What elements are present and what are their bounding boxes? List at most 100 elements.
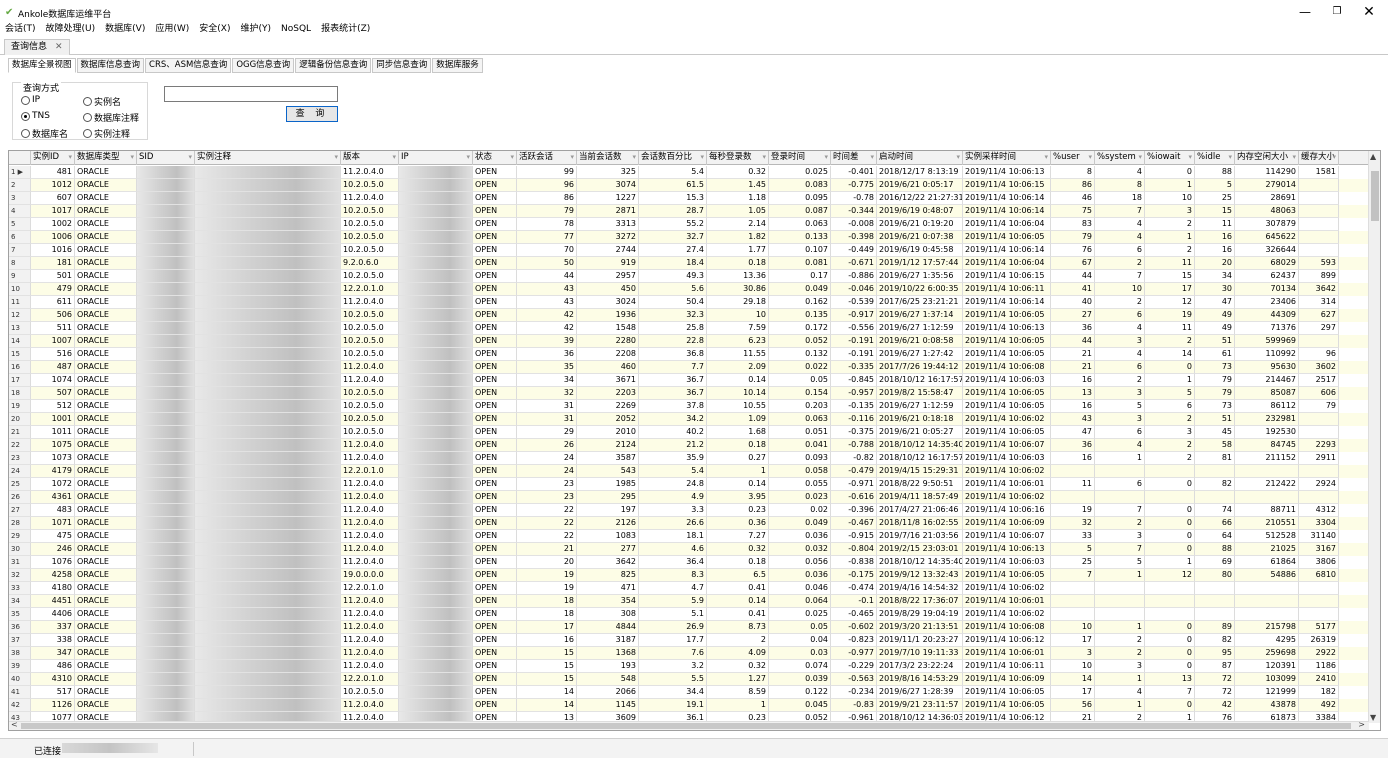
table-row[interactable]: 24 4179 ORACLE 12.2.0.1.0 OPEN 24 543 5.4 1 0.058… [9,465,1369,478]
table-row[interactable]: 37 338 ORACLE 11.2.0.4.0 OPEN 16 3187 17.7 2 0.04… [9,634,1369,647]
scroll-down-icon[interactable]: ▼ [1370,713,1376,722]
close-window-button[interactable]: ✕ [1354,3,1384,21]
menu-fault[interactable]: 故障处理(U) [41,22,101,38]
table-row[interactable]: 5 1002 ORACLE 10.2.0.5.0 OPEN 78 3313 55.2 2.14 0… [9,218,1369,231]
table-row[interactable]: 36 337 ORACLE 11.2.0.4.0 OPEN 17 4844 26.9 8.73 0… [9,621,1369,634]
tab-ogg[interactable]: OGG信息查询 [232,58,295,73]
table-row[interactable]: 1 ▶ 481 ORACLE 11.2.0.4.0 OPEN 99 325 5.4 0.32 0.… [9,166,1369,179]
tab-crs-asm[interactable]: CRS、ASM信息查询 [145,58,232,73]
horizontal-scroll-thumb[interactable] [21,723,1351,729]
table-row[interactable]: 32 4258 ORACLE 19.0.0.0.0 OPEN 19 825 8.3 6.5 0.0… [9,569,1369,582]
menu-security[interactable]: 安全(X) [194,22,235,38]
table-row[interactable]: 22 1075 ORACLE 11.2.0.4.0 OPEN 26 2124 21.2 0.18… [9,439,1369,452]
column-header[interactable]: IP [399,151,473,165]
table-row[interactable]: 34 4451 ORACLE 11.2.0.4.0 OPEN 18 354 5.9 0.14 0.… [9,595,1369,608]
table-row[interactable]: 13 511 ORACLE 10.2.0.5.0 OPEN 42 1548 25.8 7.59 0… [9,322,1369,335]
radio-ip[interactable]: IP [21,95,40,105]
table-row[interactable]: 35 4406 ORACLE 11.2.0.4.0 OPEN 18 308 5.1 0.41 0.… [9,608,1369,621]
menu-application[interactable]: 应用(W) [150,22,194,38]
database-grid[interactable]: 实例ID数据库类型SID实例注释版本IP状态活跃会话当前会话数会话数百分比每秒登… [8,150,1381,731]
table-row[interactable]: 3 607 ORACLE 11.2.0.4.0 OPEN 86 1227 15.3 1.18 0.… [9,192,1369,205]
column-header[interactable]: %iowait [1145,151,1195,165]
column-header[interactable]: 实例注释 [195,151,341,165]
column-header[interactable]: 每秒登录数 [707,151,769,165]
table-row[interactable]: 2 1012 ORACLE 10.2.0.5.0 OPEN 96 3074 61.5 1.45 0… [9,179,1369,192]
column-header[interactable]: 实例ID [31,151,75,165]
column-header[interactable] [9,151,31,165]
table-row[interactable]: 11 611 ORACLE 11.2.0.4.0 OPEN 43 3024 50.4 29.18… [9,296,1369,309]
table-row[interactable]: 28 1071 ORACLE 11.2.0.4.0 OPEN 22 2126 26.6 0.36… [9,517,1369,530]
table-row[interactable]: 9 501 ORACLE 10.2.0.5.0 OPEN 44 2957 49.3 13.36 0… [9,270,1369,283]
column-header[interactable]: SID [137,151,195,165]
menu-nosql[interactable]: NoSQL [276,22,316,38]
column-header[interactable]: 数据库类型 [75,151,137,165]
vertical-scrollbar[interactable]: ▲ ▼ [1368,151,1380,723]
table-row[interactable]: 10 479 ORACLE 12.2.0.1.0 OPEN 43 450 5.6 30.86 0.… [9,283,1369,296]
table-row[interactable]: 42 1126 ORACLE 11.2.0.4.0 OPEN 14 1145 19.1 1 0.0… [9,699,1369,712]
radio-db-name[interactable]: 数据库名 [21,127,68,140]
table-row[interactable]: 8 181 ORACLE 9.2.0.6.0 OPEN 50 919 18.4 0.18 0.08… [9,257,1369,270]
horizontal-scrollbar[interactable]: < > [9,720,1369,730]
column-header[interactable]: 实例采样时间 [963,151,1051,165]
table-row[interactable]: 25 1072 ORACLE 11.2.0.4.0 OPEN 23 1985 24.8 0.14… [9,478,1369,491]
column-header[interactable]: 时间差 [831,151,877,165]
radio-db-comment[interactable]: 数据库注释 [83,111,139,124]
tab-database-info[interactable]: 数据库信息查询 [76,58,145,73]
column-header[interactable]: %idle [1195,151,1235,165]
column-header[interactable]: 版本 [341,151,399,165]
menu-database[interactable]: 数据库(V) [100,22,150,38]
radio-instance-comment[interactable]: 实例注释 [83,127,130,140]
table-row[interactable]: 16 487 ORACLE 11.2.0.4.0 OPEN 35 460 7.7 2.09 0.0… [9,361,1369,374]
table-row[interactable]: 31 1076 ORACLE 11.2.0.4.0 OPEN 20 3642 36.4 0.18… [9,556,1369,569]
grid-body[interactable]: 1 ▶ 481 ORACLE 11.2.0.4.0 OPEN 99 325 5.4 0.32 0.… [9,166,1369,723]
maximize-button[interactable]: ❐ [1322,3,1352,21]
column-header[interactable]: 当前会话数 [577,151,639,165]
table-row[interactable]: 20 1001 ORACLE 10.2.0.5.0 OPEN 31 2052 34.2 1.09… [9,413,1369,426]
column-header[interactable]: 内存空闲大小 [1235,151,1299,165]
table-row[interactable]: 21 1011 ORACLE 10.2.0.5.0 OPEN 29 2010 40.2 1.68… [9,426,1369,439]
menu-reports[interactable]: 报表统计(Z) [316,22,375,38]
radio-tns[interactable]: TNS [21,111,50,121]
column-header[interactable]: %system [1095,151,1145,165]
scroll-up-icon[interactable]: ▲ [1370,152,1376,161]
table-row[interactable]: 15 516 ORACLE 10.2.0.5.0 OPEN 36 2208 36.8 11.55… [9,348,1369,361]
radio-instance-name[interactable]: 实例名 [83,95,121,108]
scroll-left-icon[interactable]: < [11,720,18,729]
query-input[interactable] [164,86,338,102]
table-row[interactable]: 26 4361 ORACLE 11.2.0.4.0 OPEN 23 295 4.9 3.95 0.… [9,491,1369,504]
tab-logical-backup[interactable]: 逻辑备份信息查询 [295,58,372,73]
column-header[interactable]: 启动时间 [877,151,963,165]
tab-db-service[interactable]: 数据库服务 [432,58,483,73]
vertical-scroll-thumb[interactable] [1371,171,1379,221]
table-row[interactable]: 41 517 ORACLE 10.2.0.5.0 OPEN 14 2066 34.4 8.59 0… [9,686,1369,699]
table-row[interactable]: 12 506 ORACLE 10.2.0.5.0 OPEN 42 1936 32.3 10 0.1… [9,309,1369,322]
tab-close-icon[interactable]: ✕ [55,42,63,52]
column-header[interactable]: 活跃会话 [517,151,577,165]
table-row[interactable]: 30 246 ORACLE 11.2.0.4.0 OPEN 21 277 4.6 0.32 0.0… [9,543,1369,556]
table-row[interactable]: 6 1006 ORACLE 10.2.0.5.0 OPEN 77 3272 32.7 1.82 0… [9,231,1369,244]
table-row[interactable]: 27 483 ORACLE 11.2.0.4.0 OPEN 22 197 3.3 0.23 0.0… [9,504,1369,517]
column-header[interactable]: %user [1051,151,1095,165]
table-row[interactable]: 4 1017 ORACLE 10.2.0.5.0 OPEN 79 2871 28.7 1.05 0… [9,205,1369,218]
table-row[interactable]: 33 4180 ORACLE 12.2.0.1.0 OPEN 19 471 4.7 0.41 0.… [9,582,1369,595]
scroll-right-icon[interactable]: > [1358,720,1365,729]
minimize-button[interactable]: — [1290,3,1320,21]
menu-maintenance[interactable]: 维护(Y) [235,22,276,38]
table-row[interactable]: 19 512 ORACLE 10.2.0.5.0 OPEN 31 2269 37.8 10.55… [9,400,1369,413]
table-row[interactable]: 39 486 ORACLE 11.2.0.4.0 OPEN 15 193 3.2 0.32 0.0… [9,660,1369,673]
table-row[interactable]: 29 475 ORACLE 11.2.0.4.0 OPEN 22 1083 18.1 7.27 0… [9,530,1369,543]
table-row[interactable]: 7 1016 ORACLE 10.2.0.5.0 OPEN 70 2744 27.4 1.77 0… [9,244,1369,257]
tab-sync[interactable]: 同步信息查询 [372,58,432,73]
table-row[interactable]: 23 1073 ORACLE 11.2.0.4.0 OPEN 24 3587 35.9 0.27… [9,452,1369,465]
table-row[interactable]: 14 1007 ORACLE 10.2.0.5.0 OPEN 39 2280 22.8 6.23… [9,335,1369,348]
table-row[interactable]: 38 347 ORACLE 11.2.0.4.0 OPEN 15 1368 7.6 4.09 0.… [9,647,1369,660]
column-header[interactable]: 登录时间 [769,151,831,165]
query-button[interactable]: 查 询 [286,106,338,122]
tab-database-overview[interactable]: 数据库全景视图 [8,58,76,73]
column-header[interactable]: 状态 [473,151,517,165]
table-row[interactable]: 17 1074 ORACLE 11.2.0.4.0 OPEN 34 3671 36.7 0.14… [9,374,1369,387]
menu-session[interactable]: 会话(T) [0,22,41,38]
table-row[interactable]: 40 4310 ORACLE 12.2.0.1.0 OPEN 15 548 5.5 1.27 0.… [9,673,1369,686]
column-header[interactable]: 会话数百分比 [639,151,707,165]
tab-query-info[interactable]: 查询信息 ✕ [4,39,70,55]
